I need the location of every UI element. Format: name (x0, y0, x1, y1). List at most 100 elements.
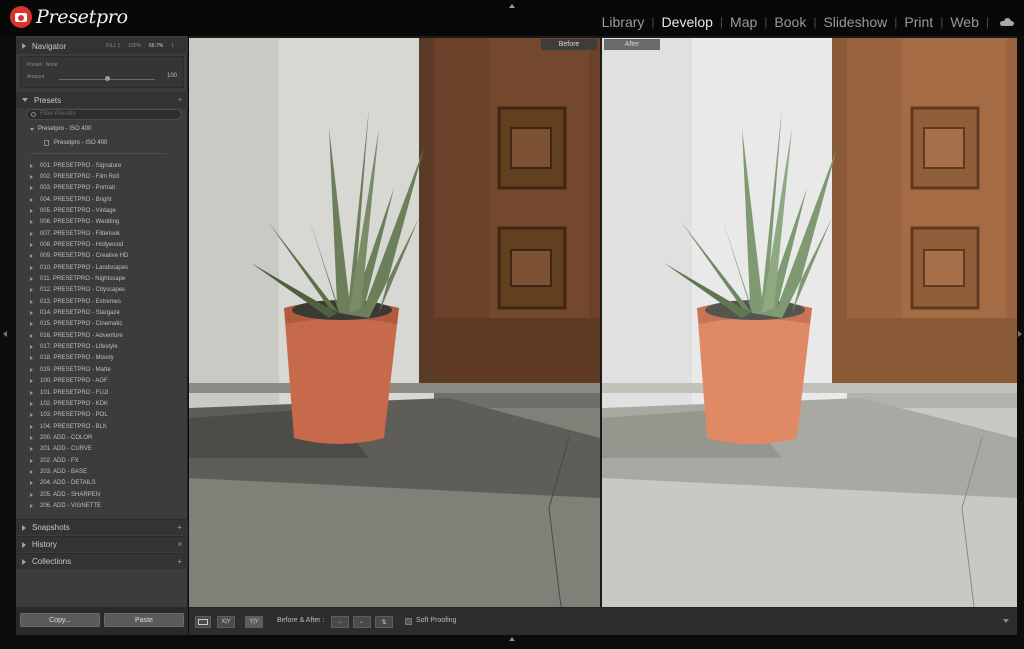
preset-list-item-label: 012. PRESETPRO - Cityscapes (40, 287, 126, 294)
collections-header[interactable]: Collections + (16, 553, 188, 569)
add-preset-button[interactable]: + (178, 97, 182, 104)
after-photo[interactable] (602, 38, 1017, 607)
module-separator: | (940, 15, 944, 29)
before-after-yy-button[interactable]: Y|Y (245, 616, 263, 628)
loupe-view-icon (198, 619, 208, 625)
expand-arrow-icon (30, 345, 33, 350)
module-print[interactable]: Print (904, 14, 933, 30)
preset-list-item[interactable]: 104. PRESETPRO - BLK (30, 421, 107, 432)
module-separator: | (764, 15, 768, 29)
preset-list-item-label: 100. PRESETPRO - AGF (40, 378, 108, 385)
preset-list-item[interactable]: 003. PRESETPRO - Portrait (30, 183, 115, 194)
snapshots-header[interactable]: Snapshots + (16, 519, 188, 535)
preset-list-item[interactable]: 014. PRESETPRO - Stargaze (30, 308, 120, 319)
preset-list-item[interactable]: 007. PRESETPRO - Filterlook (30, 228, 120, 239)
amount-value[interactable]: 100 (167, 73, 177, 79)
soft-proofing-checkbox[interactable] (405, 618, 412, 625)
preset-list-item-label: 200. ADD - COLOR (40, 434, 93, 441)
module-map[interactable]: Map (730, 14, 757, 30)
collapse-filmstrip-arrow-icon[interactable] (509, 637, 515, 641)
toolbar-menu-chevron-down-icon[interactable] (1003, 619, 1009, 623)
preset-list-item[interactable]: 201. ADD - CURVE (30, 444, 92, 455)
preset-search-input[interactable]: Filter Presets (26, 109, 182, 120)
preset-list-item[interactable]: 206. ADD - VIGNETTE (30, 501, 101, 512)
preset-list-item[interactable]: 015. PRESETPRO - Cinematic (30, 319, 122, 330)
module-develop[interactable]: Develop (662, 14, 713, 30)
zoom-100[interactable]: 100% (128, 43, 141, 49)
expand-arrow-icon (30, 424, 33, 429)
preset-list-item[interactable]: 100. PRESETPRO - AGF (30, 376, 108, 387)
preset-list-item[interactable]: 009. PRESETPRO - Creative HD (30, 251, 128, 262)
history-header[interactable]: History × (16, 536, 188, 552)
preset-list-item[interactable]: 013. PRESETPRO - Extremes (30, 296, 121, 307)
swap-before-after-button[interactable]: ⇅ (375, 616, 393, 628)
preset-list-item[interactable]: 101. PRESETPRO - FUJI (30, 387, 108, 398)
preset-list-item[interactable]: 103. PRESETPRO - POL (30, 410, 108, 421)
preset-folder-name: Presetpro - ISO 400 (38, 126, 92, 132)
preset-list-item[interactable]: 203. ADD - BASE (30, 466, 87, 477)
preset-folder[interactable]: Presetpro - ISO 400 (30, 126, 91, 132)
xy-view-button[interactable]: X|Y (217, 616, 235, 628)
preset-list-item[interactable]: 016. PRESETPRO - Adventure (30, 330, 123, 341)
navigator-header[interactable]: Navigator FILL ‡ 100% 66.7% ‡ (16, 38, 188, 54)
copy-before-to-after-button[interactable]: → (331, 616, 349, 628)
clear-history-button[interactable]: × (177, 540, 182, 549)
preset-list-item[interactable]: 018. PRESETPRO - Moody (30, 353, 114, 364)
expand-arrow-icon (30, 469, 33, 474)
before-photo[interactable] (189, 38, 600, 607)
preset-list-item[interactable]: 001. PRESETPRO - Signature (30, 160, 121, 171)
loupe-view-button[interactable] (195, 616, 211, 628)
preset-list-item[interactable]: 008. PRESETPRO - Hollywood (30, 239, 123, 250)
zoom-66[interactable]: 66.7% (149, 43, 163, 49)
preset-list-item[interactable]: 005. PRESETPRO - Vintage (30, 205, 116, 216)
top-bar: Presetpro Library | Develop | Map | Book… (0, 0, 1024, 36)
preset-list-item[interactable]: 006. PRESETPRO - Wedding (30, 217, 119, 228)
expand-arrow-icon (30, 254, 33, 259)
preset-list-item-label: 004. PRESETPRO - Bright (40, 196, 112, 203)
module-slideshow[interactable]: Slideshow (823, 14, 887, 30)
collapse-arrow-icon (22, 98, 28, 102)
preset-list-item[interactable]: 204. ADD - DETAILS (30, 478, 96, 489)
preset-list-item[interactable]: 202. ADD - FX (30, 455, 79, 466)
copy-button[interactable]: Copy... (20, 613, 100, 627)
preset-list-item-label: 015. PRESETPRO - Cinematic (40, 321, 123, 328)
zoom-fill[interactable]: FILL ‡ (106, 43, 120, 49)
preset-list-item[interactable]: 017. PRESETPRO - Lifestyle (30, 342, 118, 353)
copy-after-to-before-button[interactable]: ← (353, 616, 371, 628)
preset-list-item[interactable]: 010. PRESETPRO - Landscapes (30, 262, 128, 273)
add-collection-button[interactable]: + (177, 557, 182, 566)
swap-icon: ⇅ (381, 619, 387, 626)
preset-list-item[interactable]: 002. PRESETPRO - Film Roll (30, 171, 119, 182)
preset-list-item[interactable]: 102. PRESETPRO - KDK (30, 398, 108, 409)
preset-list-item-label: 008. PRESETPRO - Hollywood (40, 241, 124, 248)
collapse-right-panel-arrow-icon[interactable] (1018, 331, 1022, 337)
expand-arrow-icon (30, 504, 33, 508)
preset-list-item[interactable]: 205. ADD - SHARPEN (30, 489, 100, 500)
module-book[interactable]: Book (774, 14, 806, 30)
preset-list-item-label: 014. PRESETPRO - Stargaze (40, 310, 120, 317)
expand-arrow-icon (30, 413, 33, 418)
presets-header[interactable]: Presets + (16, 92, 188, 108)
expand-arrow-icon (30, 481, 33, 486)
module-library[interactable]: Library (602, 14, 645, 30)
add-snapshot-button[interactable]: + (177, 523, 182, 532)
preset-list-item[interactable]: 004. PRESETPRO - Bright (30, 194, 111, 205)
expand-arrow-icon (30, 220, 33, 225)
preset-folder-item[interactable]: Presetpro - ISO 400 (44, 138, 107, 147)
preset-list-item-label: 009. PRESETPRO - Creative HD (40, 253, 129, 260)
module-separator: | (813, 15, 817, 29)
preset-list-item[interactable]: 011. PRESETPRO - Nightscape (30, 274, 125, 285)
preset-list-item[interactable]: 019. PRESETPRO - Matte (30, 364, 111, 375)
paste-button[interactable]: Paste (104, 613, 184, 627)
preset-list-item[interactable]: 012. PRESETPRO - Cityscapes (30, 285, 125, 296)
arrow-right-icon: → (337, 619, 343, 625)
collapse-left-panel-arrow-icon[interactable] (3, 331, 7, 337)
amount-slider-handle[interactable] (105, 76, 110, 81)
module-web[interactable]: Web (950, 14, 979, 30)
history-title: History (32, 540, 57, 549)
cloud-icon[interactable] (1000, 18, 1014, 26)
zoom-more[interactable]: ‡ (171, 43, 174, 49)
snapshots-title: Snapshots (32, 523, 70, 532)
preset-list-item[interactable]: 200. ADD - COLOR (30, 432, 92, 443)
collapse-top-panel-arrow-icon[interactable] (509, 4, 515, 8)
